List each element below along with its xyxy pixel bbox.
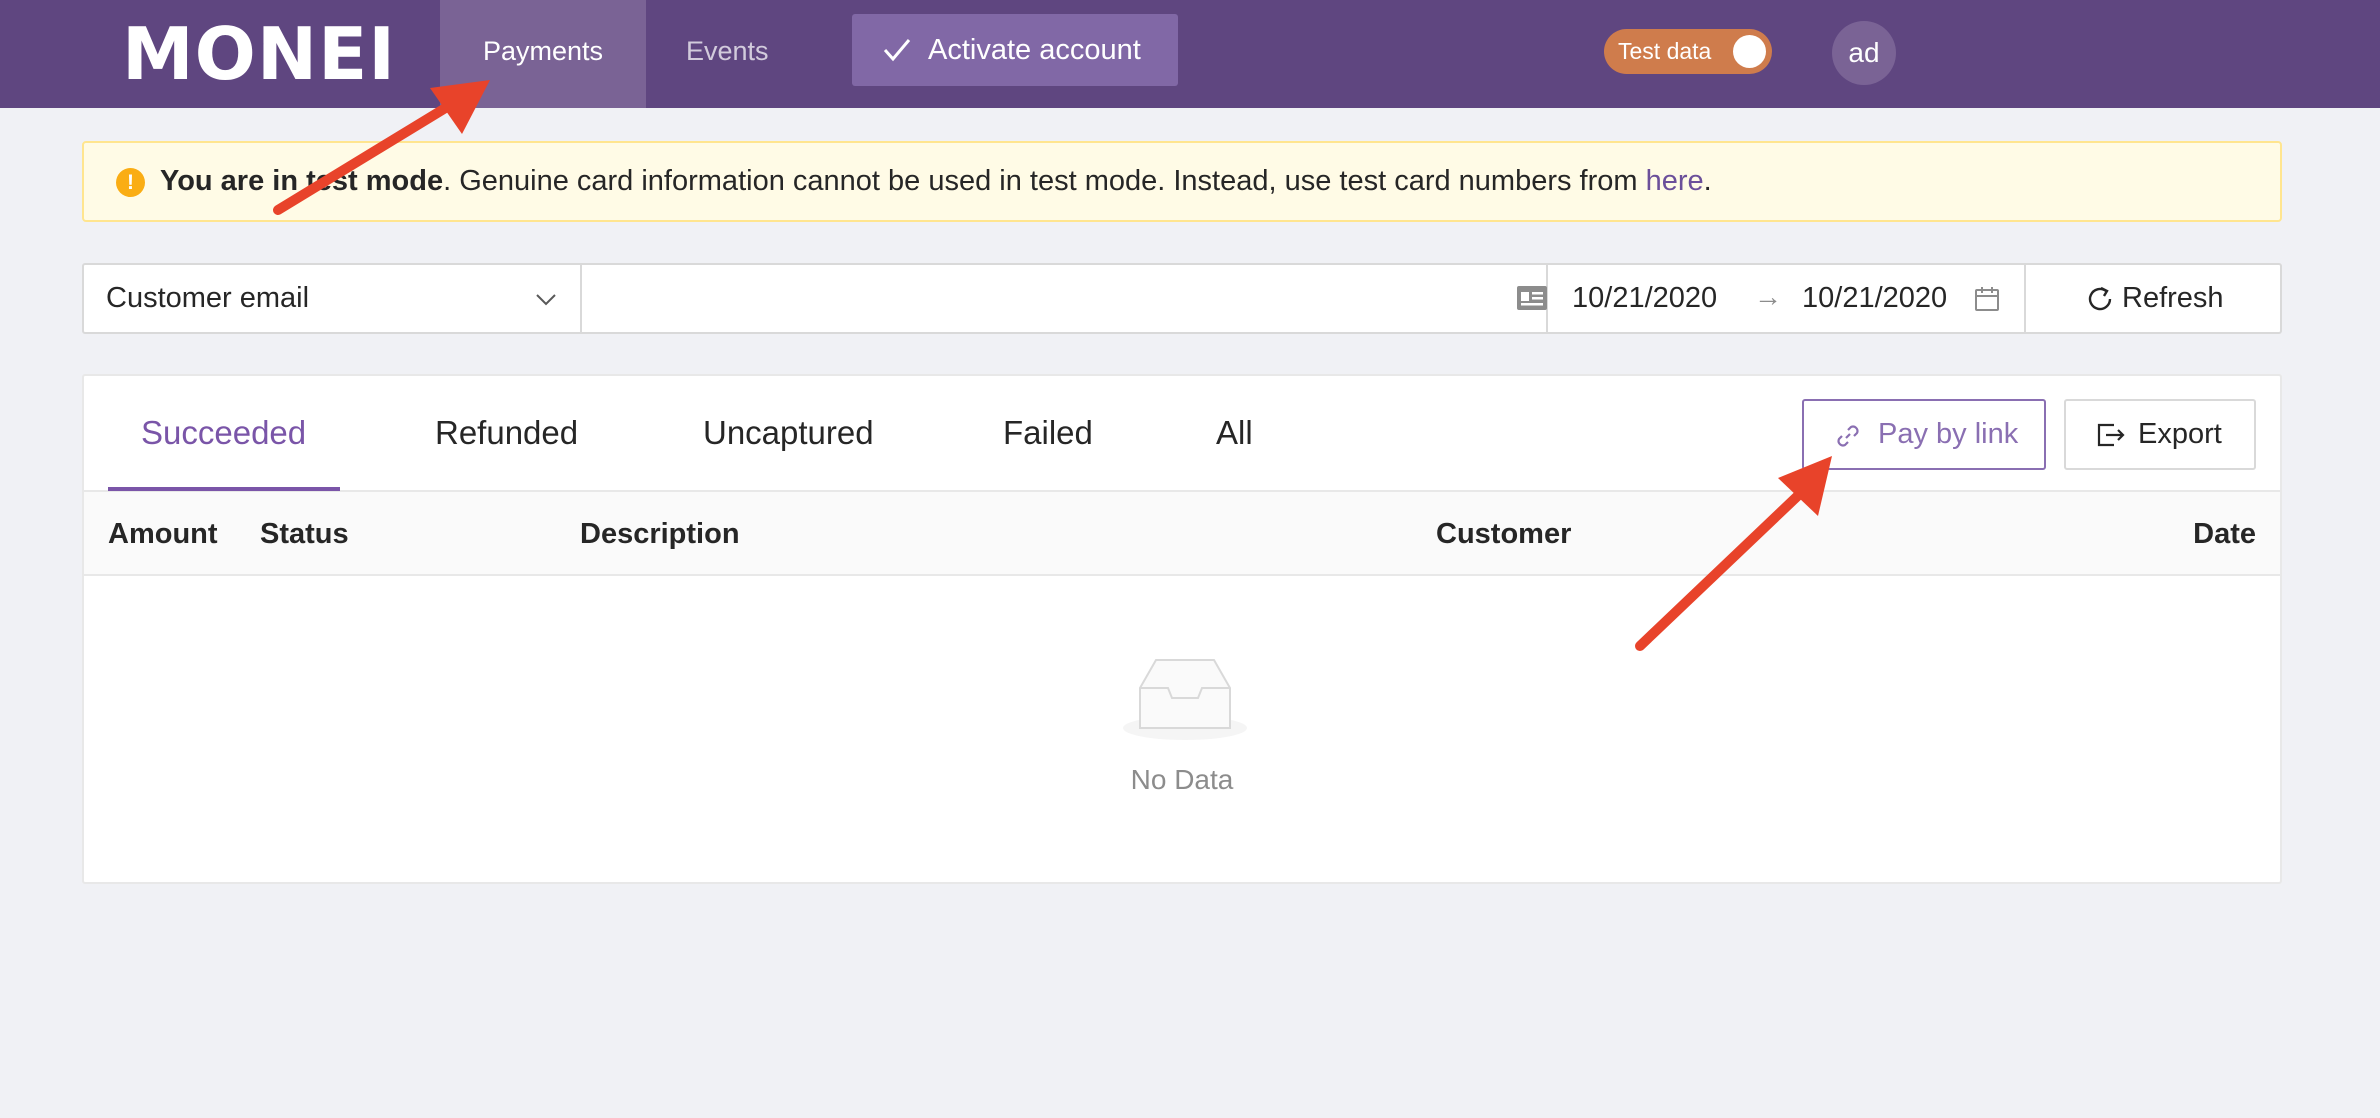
tab-succeeded[interactable]: Succeeded (141, 376, 306, 492)
top-navigation-bar: MONEI Payments Events Activate account T… (0, 0, 2380, 108)
activate-account-button[interactable]: Activate account (852, 14, 1178, 86)
column-amount[interactable]: Amount (108, 492, 218, 576)
link-icon (1837, 425, 1859, 447)
export-label: Export (2138, 418, 2222, 450)
test-mode-alert: ! You are in test mode. Genuine card inf… (82, 141, 2282, 222)
tab-all[interactable]: All (1216, 376, 1253, 492)
search-field-value: Customer email (106, 282, 310, 314)
calendar-icon (1975, 287, 1999, 311)
status-tabs: Succeeded Refunded Uncaptured Failed All… (84, 376, 2280, 492)
filter-bar: Customer email 10/21/2020 → 10/21/2020 R… (82, 263, 2282, 334)
refresh-button[interactable]: Refresh (2026, 265, 2280, 332)
column-date[interactable]: Date (2193, 492, 2256, 576)
warning-icon: ! (116, 168, 145, 197)
column-customer[interactable]: Customer (1436, 492, 1571, 576)
column-status[interactable]: Status (260, 492, 349, 576)
monei-logo[interactable]: MONEI (122, 14, 396, 94)
activate-account-label: Activate account (928, 34, 1141, 66)
test-data-toggle[interactable]: Test data (1604, 29, 1772, 74)
empty-inbox-icon (1123, 659, 1247, 740)
empty-state: No Data (84, 576, 2280, 882)
refresh-label: Refresh (2122, 282, 2224, 314)
checkmark-icon (883, 39, 911, 62)
no-data-text: No Data (1130, 764, 1234, 795)
tab-refunded[interactable]: Refunded (435, 376, 578, 492)
user-avatar[interactable]: ad (1832, 21, 1896, 85)
end-date[interactable]: 10/21/2020 (1802, 265, 1947, 332)
payments-panel: Succeeded Refunded Uncaptured Failed All… (82, 374, 2282, 884)
nav-events[interactable]: Events (686, 0, 774, 108)
export-button[interactable]: Export (2064, 399, 2256, 470)
test-cards-link[interactable]: here (1646, 165, 1704, 197)
pay-by-link-label: Pay by link (1878, 418, 2019, 450)
test-data-label: Test data (1618, 38, 1712, 64)
id-card-icon (1517, 286, 1547, 310)
alert-end: . (1703, 165, 1712, 197)
search-input[interactable] (582, 265, 1462, 332)
refresh-icon (2088, 286, 2112, 311)
nav-payments[interactable]: Payments (440, 0, 646, 108)
pay-by-link-button[interactable]: Pay by link (1802, 399, 2046, 470)
date-range-arrow: → (1754, 281, 1782, 312)
date-range-picker[interactable]: 10/21/2020 → 10/21/2020 (1548, 265, 2026, 332)
toggle-knob (1733, 35, 1766, 68)
alert-title: You are in test mode (160, 165, 444, 197)
start-date[interactable]: 10/21/2020 (1572, 265, 1717, 332)
alert-body: . Genuine card information cannot be use… (443, 165, 1646, 197)
active-tab-indicator (108, 487, 340, 491)
tab-uncaptured[interactable]: Uncaptured (703, 376, 874, 492)
column-description[interactable]: Description (580, 492, 740, 576)
tab-failed[interactable]: Failed (1003, 376, 1093, 492)
export-icon (2097, 423, 2125, 447)
chevron-down-icon (536, 294, 556, 306)
search-input-wrapper (582, 265, 1548, 332)
table-header: Amount Status Description Customer Date (84, 492, 2280, 576)
alert-message: You are in test mode. Genuine card infor… (160, 143, 1712, 220)
search-field-select[interactable]: Customer email (84, 265, 582, 332)
